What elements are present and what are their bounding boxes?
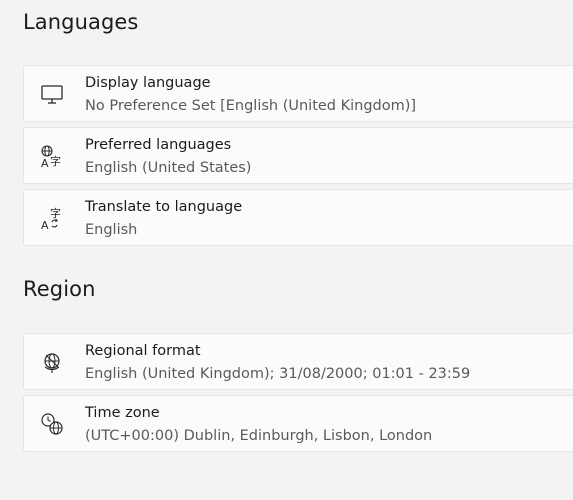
language-icon: A 字 [41, 145, 61, 169]
preferred-languages-label: Preferred languages [85, 137, 232, 153]
language-region-settings: Languages Display language No Preference… [0, 0, 573, 500]
display-language-value: No Preference Set [English (United Kingd… [85, 98, 417, 114]
translate-language-label: Translate to language [85, 199, 243, 215]
svg-text:A: A [41, 157, 49, 169]
languages-heading: Languages [23, 10, 139, 34]
translate-language-card[interactable]: 字 A Translate to language English [23, 189, 573, 246]
regional-format-label: Regional format [85, 343, 201, 359]
display-language-label: Display language [85, 75, 211, 91]
time-zone-label: Time zone [85, 405, 160, 421]
translate-language-value: English [85, 222, 138, 238]
preferred-languages-card[interactable]: A 字 Preferred languages English (United … [23, 127, 573, 184]
display-language-card[interactable]: Display language No Preference Set [Engl… [23, 65, 573, 122]
time-zone-icon [41, 413, 63, 435]
monitor-icon [41, 85, 63, 104]
svg-text:A: A [41, 219, 49, 231]
translate-icon: 字 A [41, 206, 61, 231]
regional-format-icon [44, 353, 60, 373]
time-zone-card[interactable]: Time zone (UTC+00:00) Dublin, Edinburgh,… [23, 395, 573, 452]
regional-format-card[interactable]: Regional format English (United Kingdom)… [23, 333, 573, 390]
svg-text:字: 字 [50, 154, 61, 168]
preferred-languages-value: English (United States) [85, 160, 252, 176]
region-heading: Region [23, 277, 96, 301]
svg-text:字: 字 [50, 206, 61, 220]
regional-format-value: English (United Kingdom); 31/08/2000; 01… [85, 366, 471, 382]
time-zone-value: (UTC+00:00) Dublin, Edinburgh, Lisbon, L… [85, 428, 433, 444]
